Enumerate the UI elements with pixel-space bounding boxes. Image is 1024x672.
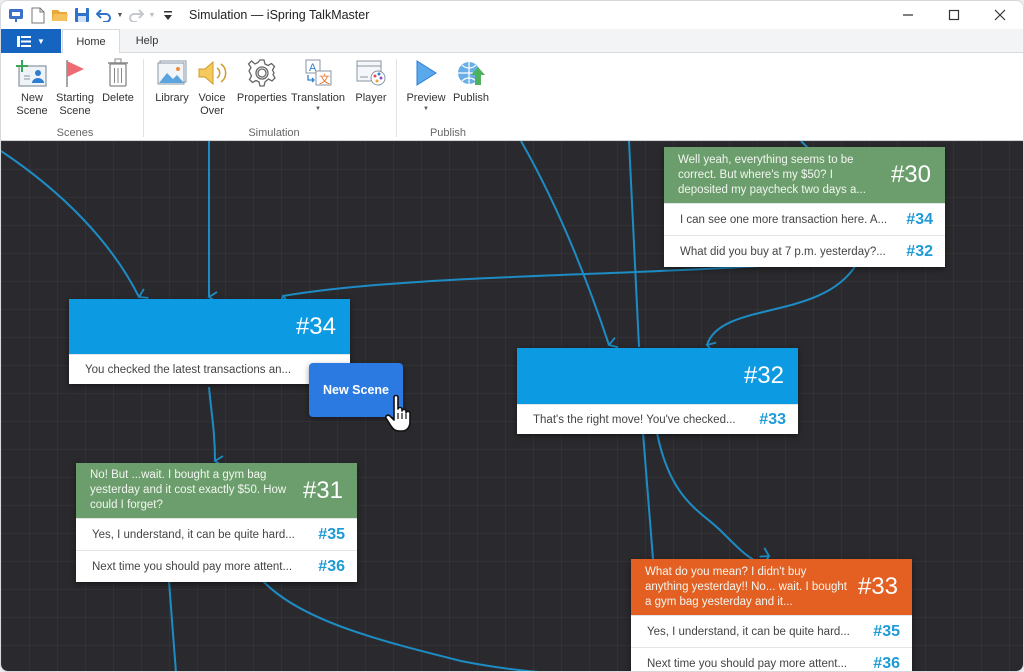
ribbon: New Scene Starting Scene Delete Scenes L…: [1, 53, 1023, 141]
save-icon[interactable]: [71, 4, 93, 26]
voice-over-button[interactable]: Voice Over: [194, 57, 230, 118]
reply-row[interactable]: Yes, I understand, it can be quite hard.…: [631, 615, 912, 647]
reply-row[interactable]: I can see one more transaction here. A..…: [664, 203, 945, 235]
link-line: [628, 141, 640, 348]
open-folder-icon[interactable]: [49, 4, 71, 26]
scene-node-number: #33: [857, 573, 898, 600]
link-line: [705, 264, 857, 353]
scene-node-header: #34: [69, 299, 350, 354]
scene-graph-canvas[interactable]: Well yeah, everything seems to be correc…: [1, 141, 1023, 672]
quick-access-toolbar: ▼ ▼: [1, 4, 179, 26]
translation-button[interactable]: A文 Translation ▼: [291, 57, 345, 113]
scene-node-32[interactable]: #32 That's the right move! You've checke…: [517, 348, 798, 434]
trash-icon: [101, 57, 135, 89]
link-line: [656, 432, 771, 563]
customize-toolbar-icon[interactable]: [157, 4, 179, 26]
link-line: [168, 580, 177, 671]
group-label-simulation: Simulation: [248, 127, 300, 139]
chevron-down-icon: ▼: [37, 36, 45, 46]
scene-node-header: What do you mean? I didn't buy anything …: [631, 559, 912, 615]
hand-cursor-icon: [385, 394, 411, 432]
window-controls: [885, 1, 1023, 29]
link-line: [208, 386, 224, 467]
reply-row[interactable]: What did you buy at 7 p.m. yesterday?...…: [664, 235, 945, 267]
scene-node-34[interactable]: #34 You checked the latest transactions …: [69, 299, 350, 384]
speaker-icon: [195, 57, 229, 89]
translate-icon: A文: [301, 57, 335, 89]
scene-node-30[interactable]: Well yeah, everything seems to be correc…: [664, 147, 945, 267]
minimize-button[interactable]: [885, 1, 931, 29]
scene-node-number: #34: [295, 312, 336, 340]
play-icon: [409, 57, 443, 89]
scene-node-header: No! But ...wait. I bought a gym bag yest…: [76, 463, 357, 518]
reply-row[interactable]: Next time you should pay more attent... #…: [76, 550, 357, 582]
gear-icon: [245, 57, 279, 89]
scene-node-number: #31: [302, 476, 343, 504]
maximize-button[interactable]: [931, 1, 977, 29]
reply-target-link[interactable]: #35: [318, 526, 345, 544]
scene-node-text: What do you mean? I didn't buy anything …: [645, 565, 848, 608]
ribbon-tabs: ▼ Home Help: [1, 29, 1023, 54]
app-icon[interactable]: [5, 4, 27, 26]
undo-dropdown-icon[interactable]: ▼: [115, 12, 125, 19]
group-label-scenes: Scenes: [56, 127, 94, 139]
close-button[interactable]: [977, 1, 1023, 29]
starting-scene-button[interactable]: Starting Scene: [53, 57, 97, 118]
app-window: ▼ ▼ Simulation — iSpring TalkMaster ▼ Ho…: [0, 0, 1024, 672]
redo-dropdown-icon[interactable]: ▼: [147, 12, 157, 19]
scene-node-31[interactable]: No! But ...wait. I bought a gym bag yest…: [76, 463, 357, 582]
reply-target-link[interactable]: #34: [906, 211, 933, 229]
link-line: [1, 150, 149, 299]
scene-node-header: #32: [517, 348, 798, 404]
reply-target-link[interactable]: #32: [906, 243, 933, 261]
dropdown-arrow-icon: ▼: [315, 106, 321, 112]
link-line: [520, 141, 619, 349]
group-label-publish: Publish: [429, 127, 467, 139]
new-scene-icon: [15, 57, 49, 89]
scene-node-text: Well yeah, everything seems to be correc…: [678, 153, 866, 196]
undo-icon[interactable]: [93, 4, 115, 26]
tab-home[interactable]: Home: [62, 29, 120, 54]
redo-icon[interactable]: [125, 4, 147, 26]
reply-row[interactable]: That's the right move! You've checked...…: [517, 404, 798, 434]
reply-row[interactable]: Yes, I understand, it can be quite hard.…: [76, 518, 357, 550]
window-title: Simulation — iSpring TalkMaster: [189, 8, 370, 22]
new-file-icon[interactable]: [27, 4, 49, 26]
reply-row[interactable]: You checked the latest transactions an..…: [69, 354, 350, 384]
delete-button[interactable]: Delete: [100, 57, 136, 105]
link-line: [278, 265, 760, 306]
scene-node-header: Well yeah, everything seems to be correc…: [664, 147, 945, 203]
reply-target-link[interactable]: #33: [759, 411, 786, 429]
title-bar: ▼ ▼ Simulation — iSpring TalkMaster: [1, 1, 1023, 29]
preview-button[interactable]: Preview ▼: [405, 57, 447, 113]
reply-target-link[interactable]: #36: [873, 655, 900, 672]
publish-button[interactable]: Publish: [451, 57, 491, 105]
flag-icon: [58, 57, 92, 89]
player-palette-icon: [354, 57, 388, 89]
reply-row[interactable]: Next time you should pay more attent... #…: [631, 647, 912, 672]
reply-target-link[interactable]: #35: [873, 623, 900, 641]
ribbon-separator: [143, 59, 144, 137]
link-line: [642, 432, 654, 560]
scene-node-number: #30: [890, 161, 931, 188]
reply-target-link[interactable]: #36: [318, 558, 345, 576]
menu-list-icon: [17, 35, 32, 47]
new-scene-ribbon-button[interactable]: New Scene: [13, 57, 51, 118]
scene-node-33[interactable]: What do you mean? I didn't buy anything …: [631, 559, 912, 672]
library-button[interactable]: Library: [152, 57, 192, 105]
svg-text:文: 文: [319, 72, 330, 86]
file-menu-button[interactable]: ▼: [1, 29, 61, 53]
link-line: [262, 580, 540, 671]
scene-node-text: No! But ...wait. I bought a gym bag yest…: [90, 469, 287, 511]
globe-upload-icon: [454, 57, 488, 89]
tab-help[interactable]: Help: [125, 29, 169, 53]
scene-node-number: #32: [743, 362, 784, 389]
ribbon-separator: [396, 59, 397, 137]
properties-button[interactable]: Properties: [235, 57, 289, 105]
player-button[interactable]: Player: [353, 57, 389, 105]
image-icon: [155, 57, 189, 89]
dropdown-arrow-icon: ▼: [423, 106, 429, 112]
